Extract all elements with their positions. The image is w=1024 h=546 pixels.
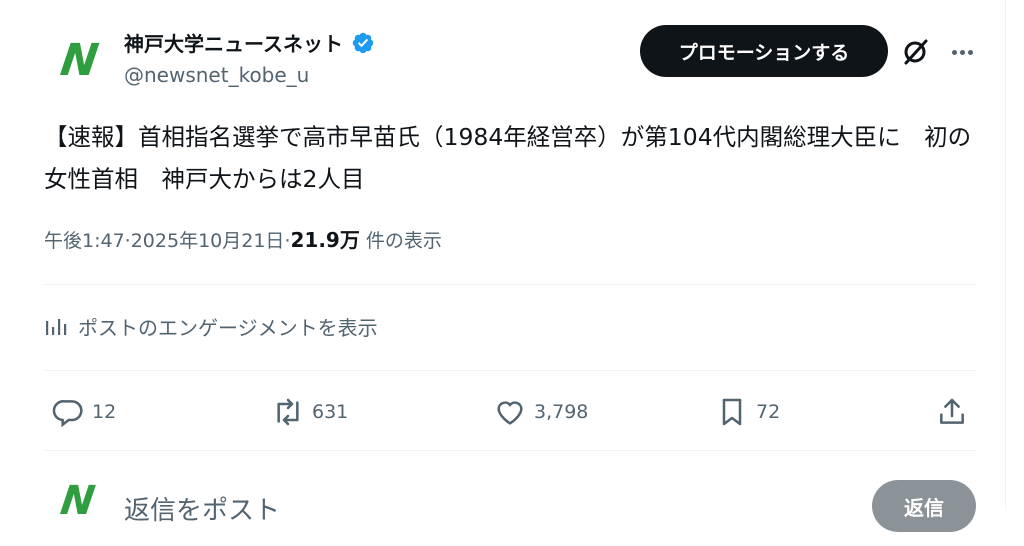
- reply-submit-button[interactable]: 返信: [872, 480, 976, 532]
- tweet-date[interactable]: 2025年10月21日: [131, 226, 285, 253]
- action-bar: 12 631 3,798 72: [0, 388, 1005, 436]
- bookmark-count: 72: [756, 401, 781, 423]
- analytics-icon: [46, 318, 67, 335]
- like-count: 3,798: [534, 401, 589, 423]
- promote-button[interactable]: プロモーションする: [640, 25, 888, 77]
- tweet-time[interactable]: 午後1:47: [44, 226, 125, 253]
- more-icon[interactable]: [946, 36, 978, 68]
- tweet-meta: 午後1:47 · 2025年10月21日 · 21.9万 件の表示: [44, 224, 442, 253]
- tweet-text: 【速報】首相指名選挙で高市早苗氏（1984年経営卒）が第104代内閣総理大臣に …: [44, 123, 972, 193]
- reply-icon: [52, 400, 83, 428]
- avatar: N: [44, 478, 112, 546]
- repost-button[interactable]: 631: [272, 388, 348, 436]
- author-name-row[interactable]: 神戸大学ニュースネット: [124, 28, 375, 57]
- bookmark-icon: [722, 398, 742, 426]
- bookmark-button[interactable]: 72: [716, 388, 780, 436]
- share-icon: [940, 398, 964, 424]
- like-icon: [497, 401, 523, 425]
- divider: [44, 370, 977, 371]
- like-button[interactable]: 3,798: [494, 388, 588, 436]
- avatar-letter: N: [56, 34, 99, 86]
- repost-count: 631: [312, 401, 349, 423]
- share-button[interactable]: [936, 388, 968, 436]
- view-engagement-link[interactable]: ポストのエンゲージメントを表示: [44, 312, 378, 341]
- reply-composer: N 返信をポスト 返信: [0, 470, 1005, 532]
- view-engagement-label[interactable]: ポストのエンゲージメントを表示: [78, 312, 378, 341]
- reply-input[interactable]: 返信をポスト: [124, 490, 280, 527]
- author-name[interactable]: 神戸大学ニュースネット: [124, 28, 343, 57]
- view-count-label: 件の表示: [365, 230, 442, 252]
- tweet-detail: N 神戸大学ニュースネット @newsnet_kobe_u プロモーションする …: [0, 0, 1006, 532]
- author-handle[interactable]: @newsnet_kobe_u: [124, 63, 309, 87]
- reply-button[interactable]: 12: [52, 388, 116, 436]
- avatar[interactable]: N: [44, 26, 112, 94]
- avatar-letter: N: [58, 478, 98, 524]
- grok-icon[interactable]: [900, 36, 932, 68]
- verified-badge-icon: [352, 32, 374, 53]
- repost-icon: [277, 398, 299, 426]
- view-count: 21.9万: [290, 228, 360, 252]
- divider: [44, 450, 977, 451]
- divider: [44, 284, 977, 285]
- reply-count: 12: [92, 401, 117, 423]
